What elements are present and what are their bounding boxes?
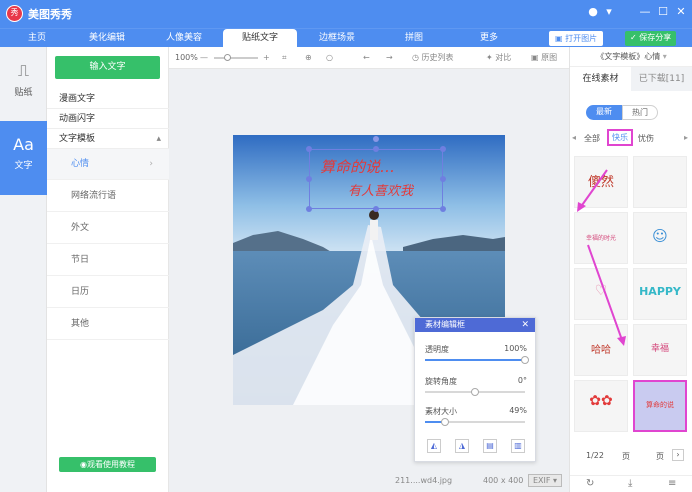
- annotation-arrows: [577, 169, 626, 346]
- annotation-arrow: [587, 244, 623, 341]
- annotation-arrow-head: [577, 202, 586, 212]
- annotation-arrow: [579, 169, 608, 209]
- annotation-arrow-head: [617, 336, 626, 346]
